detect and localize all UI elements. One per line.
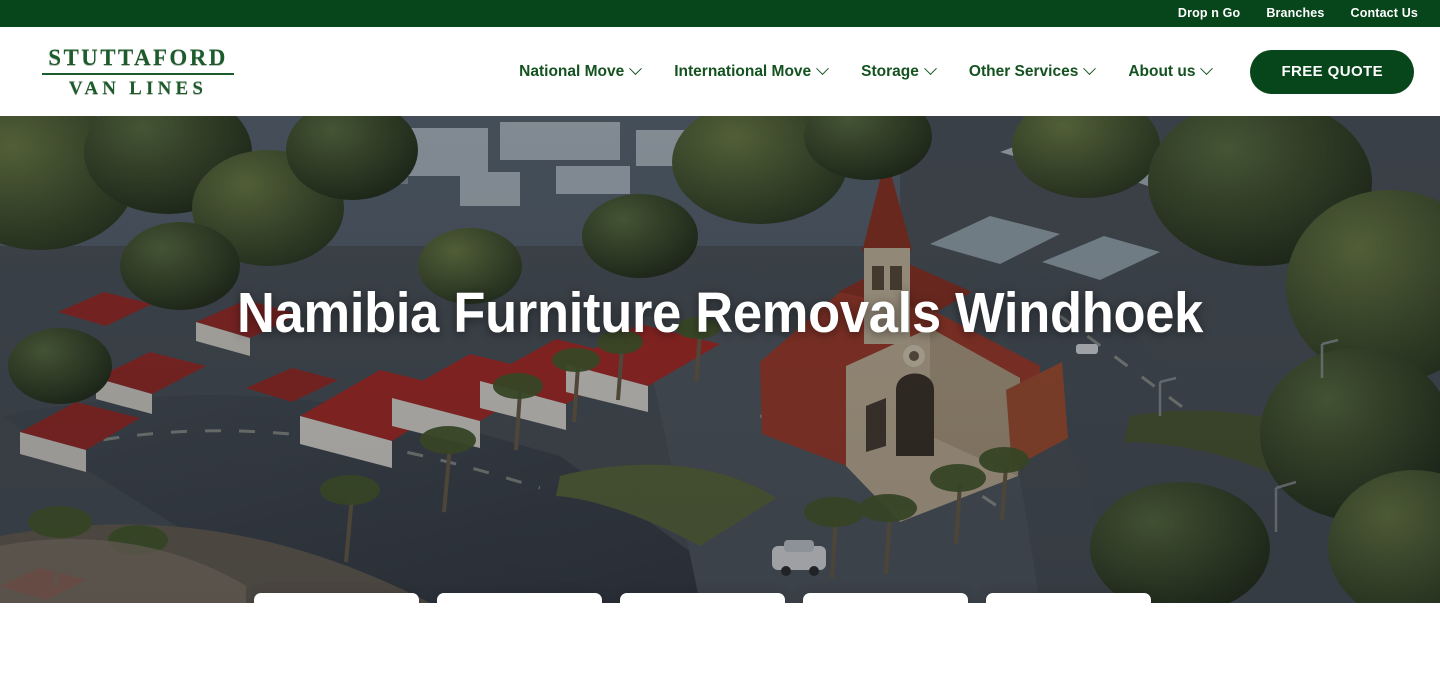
location-card-johannesburg[interactable]: Johannesburg	[803, 593, 968, 603]
logo-divider	[42, 72, 234, 75]
nav-label: About us	[1128, 62, 1196, 80]
chevron-down-icon	[924, 62, 937, 76]
hero-banner: Namibia Furniture Removals Windhoek ‹ › …	[0, 116, 1440, 603]
nav-item-storage[interactable]: Storage	[844, 62, 952, 81]
location-card-lesotho[interactable]: Lesotho	[986, 593, 1151, 603]
site-header: STUTTAFORD VAN LINES National Move Inter…	[0, 27, 1440, 116]
page-title: Namibia Furniture Removals Windhoek	[236, 281, 1204, 345]
primary-navigation: National Move International Move Storage…	[502, 49, 1414, 94]
location-card-east-london[interactable]: East London	[254, 593, 419, 603]
chevron-down-icon	[1200, 62, 1214, 76]
nav-label: National Move	[519, 62, 625, 80]
topbar-link-contact-us[interactable]: Contact Us	[1351, 7, 1418, 20]
chevron-down-icon	[816, 62, 830, 76]
nav-item-about-us[interactable]: About us	[1111, 62, 1228, 81]
content-section-below-hero	[0, 603, 1440, 683]
location-card-george[interactable]: George	[620, 593, 785, 603]
chevron-down-icon	[629, 62, 643, 76]
hero-dark-overlay	[0, 116, 1440, 603]
location-carousel: East London Eswatini	[254, 593, 1186, 603]
site-logo[interactable]: STUTTAFORD VAN LINES	[40, 46, 236, 98]
free-quote-button[interactable]: FREE QUOTE	[1250, 49, 1414, 94]
logo-line-primary: STUTTAFORD	[48, 44, 228, 70]
nav-item-international-move[interactable]: International Move	[657, 62, 844, 81]
nav-item-national-move[interactable]: National Move	[502, 62, 657, 81]
location-card-eswatini[interactable]: Eswatini	[437, 593, 602, 603]
topbar-link-branches[interactable]: Branches	[1266, 7, 1324, 20]
top-utility-bar: Drop n Go Branches Contact Us	[0, 0, 1440, 27]
nav-label: International Move	[674, 62, 812, 80]
nav-item-other-services[interactable]: Other Services	[952, 62, 1111, 81]
topbar-link-drop-n-go[interactable]: Drop n Go	[1178, 7, 1240, 20]
nav-label: Storage	[861, 62, 919, 80]
nav-label: Other Services	[968, 62, 1079, 80]
chevron-down-icon	[1083, 62, 1097, 76]
logo-line-secondary: VAN LINES	[68, 77, 208, 99]
